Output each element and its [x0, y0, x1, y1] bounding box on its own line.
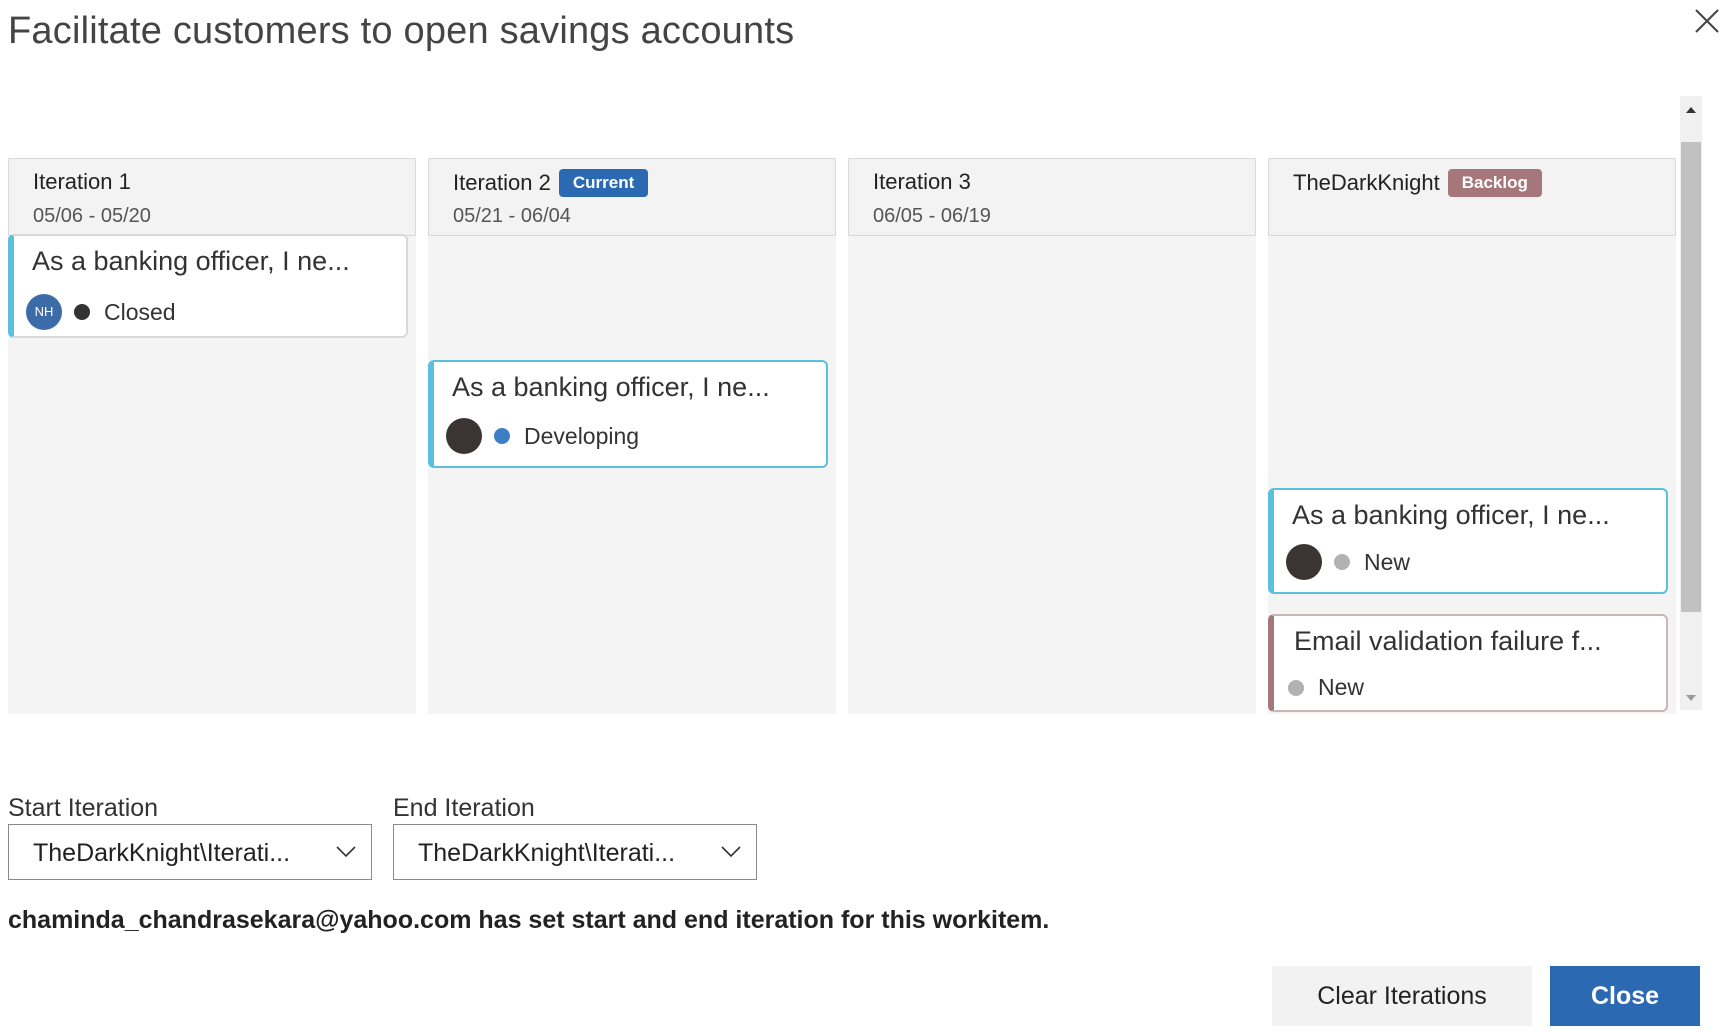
- work-item-card[interactable]: As a banking officer, I ne... Developing: [428, 360, 828, 468]
- end-iteration-value: TheDarkKnight\Iterati...: [418, 839, 676, 867]
- column-iteration-3: Iteration 3 06/05 - 06/19: [848, 158, 1256, 714]
- column-header: Iteration 3 06/05 - 06/19: [848, 158, 1256, 236]
- scrollbar-thumb[interactable]: [1681, 142, 1701, 612]
- card-title: As a banking officer, I ne...: [32, 246, 350, 276]
- work-item-card[interactable]: Email validation failure f... New: [1268, 614, 1668, 712]
- column-iteration-2: Iteration 2 Current 05/21 - 06/04 As a b…: [428, 158, 836, 714]
- close-button[interactable]: Close: [1550, 966, 1700, 1026]
- avatar: [1286, 544, 1322, 580]
- column-name: Iteration 3: [873, 169, 971, 194]
- avatar: NH: [26, 294, 62, 330]
- iteration-board: Iteration 1 05/06 - 05/20 As a banking o…: [8, 158, 1678, 714]
- card-title: As a banking officer, I ne...: [1292, 500, 1610, 530]
- column-name: Iteration 2: [453, 170, 551, 195]
- current-badge: Current: [558, 169, 649, 197]
- chevron-down-icon: [336, 846, 356, 858]
- start-iteration-label: Start Iteration: [8, 794, 159, 822]
- card-state: New: [1364, 548, 1411, 575]
- work-item-card[interactable]: As a banking officer, I ne... New: [1268, 488, 1668, 594]
- chevron-down-icon: [721, 846, 741, 858]
- card-title: As a banking officer, I ne...: [452, 372, 770, 402]
- dialog-title: Facilitate customers to open savings acc…: [8, 10, 795, 52]
- scroll-up-icon[interactable]: [1681, 100, 1701, 120]
- card-state: Developing: [524, 422, 640, 449]
- column-name: TheDarkKnight: [1293, 170, 1440, 195]
- state-dot-icon: [74, 304, 90, 320]
- column-backlog: TheDarkKnight Backlog As a banking offic…: [1268, 158, 1676, 714]
- column-header: Iteration 2 Current 05/21 - 06/04: [428, 158, 836, 236]
- column-iteration-1: Iteration 1 05/06 - 05/20 As a banking o…: [8, 158, 416, 714]
- card-state: Closed: [104, 298, 176, 325]
- card-state: New: [1318, 674, 1365, 700]
- iteration-info-message: chaminda_chandrasekara@yahoo.com has set…: [8, 906, 1050, 934]
- column-dates: 05/06 - 05/20: [33, 205, 151, 227]
- column-dates: 06/05 - 06/19: [873, 205, 991, 227]
- state-dot-icon: [1334, 554, 1350, 570]
- backlog-badge: Backlog: [1447, 169, 1542, 197]
- start-iteration-select[interactable]: TheDarkKnight\Iterati...: [8, 824, 372, 880]
- column-dates: 05/21 - 06/04: [453, 205, 571, 227]
- clear-iterations-button[interactable]: Clear Iterations: [1272, 966, 1532, 1026]
- end-iteration-label: End Iteration: [393, 794, 535, 822]
- column-header: TheDarkKnight Backlog: [1268, 158, 1676, 236]
- card-title: Email validation failure f...: [1294, 626, 1602, 656]
- column-name: Iteration 1: [33, 169, 131, 194]
- column-header: Iteration 1 05/06 - 05/20: [8, 158, 416, 236]
- state-dot-icon: [494, 428, 510, 444]
- scroll-down-icon[interactable]: [1681, 688, 1701, 708]
- state-dot-icon: [1288, 679, 1304, 696]
- start-iteration-value: TheDarkKnight\Iterati...: [33, 839, 291, 867]
- work-item-card[interactable]: As a banking officer, I ne... NH Closed: [8, 234, 408, 338]
- end-iteration-select[interactable]: TheDarkKnight\Iterati...: [393, 824, 757, 880]
- avatar: [446, 418, 482, 454]
- close-icon[interactable]: [1690, 4, 1724, 38]
